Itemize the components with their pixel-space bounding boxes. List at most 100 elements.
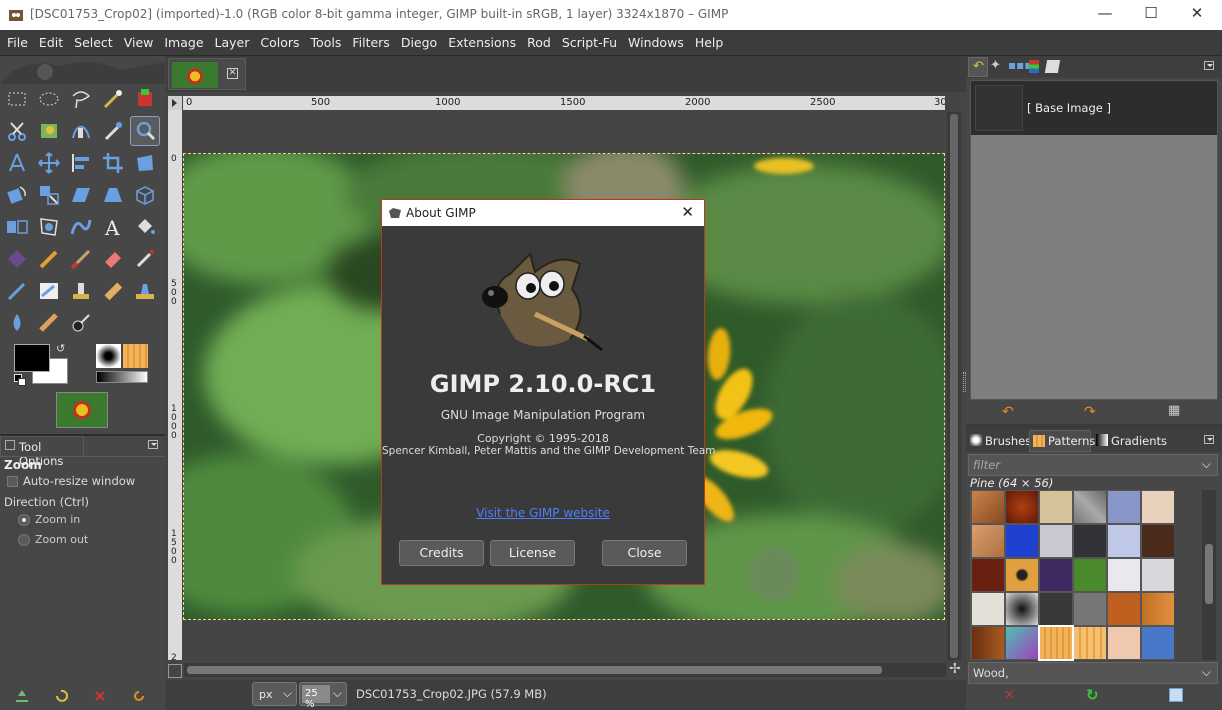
close-image-tab-icon[interactable]: ✕	[227, 68, 238, 79]
move-tool[interactable]	[36, 150, 62, 176]
gradient-tool[interactable]	[4, 246, 30, 272]
ellipse-select-tool[interactable]	[36, 86, 62, 112]
foreground-select-tool[interactable]	[36, 118, 62, 144]
menu-file[interactable]: File	[0, 30, 32, 50]
reset-tool-options-icon[interactable]	[131, 688, 147, 704]
zoom-tool[interactable]	[130, 116, 160, 146]
credits-button[interactable]: Credits	[399, 540, 484, 566]
pattern-indicator[interactable]	[123, 344, 148, 368]
eraser-tool[interactable]	[100, 246, 126, 272]
delete-pattern-icon[interactable]: ✕	[1004, 688, 1015, 703]
pattern-swatch[interactable]	[972, 525, 1004, 557]
image-tab[interactable]: ✕	[168, 58, 246, 90]
pattern-swatch[interactable]	[1040, 525, 1072, 557]
pattern-swatch[interactable]	[1006, 559, 1038, 591]
menu-help[interactable]: Help	[688, 30, 728, 50]
pattern-swatch[interactable]	[972, 559, 1004, 591]
text-tool[interactable]: A	[100, 214, 126, 240]
pattern-swatch[interactable]	[1074, 593, 1106, 625]
pattern-swatch[interactable]	[1040, 559, 1072, 591]
scale-tool[interactable]	[36, 182, 62, 208]
configure-tab-icon[interactable]	[1204, 61, 1214, 70]
auto-resize-checkbox[interactable]	[7, 476, 18, 487]
free-select-tool[interactable]	[68, 86, 94, 112]
about-close-icon[interactable]: ✕	[681, 203, 694, 221]
menu-filters[interactable]: Filters	[345, 30, 393, 50]
undo-icon[interactable]: ↶	[1002, 404, 1014, 420]
minimize-button[interactable]: —	[1082, 4, 1128, 26]
pattern-swatch[interactable]	[1108, 525, 1140, 557]
pattern-swatch[interactable]	[1040, 491, 1072, 523]
pattern-swatch[interactable]	[1006, 593, 1038, 625]
shear-tool[interactable]	[68, 182, 94, 208]
configure-tab-icon[interactable]	[1204, 435, 1214, 444]
zoom-select[interactable]: 25 % ⌵	[299, 682, 347, 710]
clear-history-icon[interactable]: ▦	[1168, 403, 1180, 418]
color-picker-tool[interactable]	[100, 118, 126, 144]
unit-select[interactable]: px ⌵	[252, 682, 297, 706]
smudge-tool[interactable]	[36, 310, 62, 336]
pattern-swatch[interactable]	[1074, 525, 1106, 557]
save-tool-preset-icon[interactable]	[14, 688, 30, 704]
cage-transform-tool[interactable]	[36, 214, 62, 240]
clone-tool[interactable]	[68, 278, 94, 304]
open-pattern-as-image-icon[interactable]	[1169, 688, 1183, 702]
pattern-swatch[interactable]	[1142, 559, 1174, 591]
pattern-swatch[interactable]	[1142, 627, 1174, 659]
pattern-swatch[interactable]	[1142, 593, 1174, 625]
navigate-image-icon[interactable]: ✢	[949, 661, 961, 677]
tab-colormap[interactable]	[1029, 60, 1039, 73]
menu-colors[interactable]: Colors	[253, 30, 303, 50]
pattern-swatch[interactable]	[1006, 491, 1038, 523]
pattern-grid[interactable]	[970, 490, 1174, 661]
dodge-burn-tool[interactable]	[68, 310, 94, 336]
quick-mask-corner[interactable]	[168, 96, 182, 110]
vertical-scrollbar[interactable]	[947, 112, 961, 660]
3d-transform-tool[interactable]	[132, 182, 158, 208]
perspective-tool[interactable]	[100, 182, 126, 208]
pattern-swatch[interactable]	[1142, 491, 1174, 523]
pattern-swatch[interactable]	[972, 627, 1004, 659]
pattern-swatch[interactable]	[1074, 491, 1106, 523]
airbrush-tool[interactable]	[132, 246, 158, 272]
horizontal-scrollbar[interactable]	[184, 663, 946, 677]
warp-transform-tool[interactable]	[68, 214, 94, 240]
menu-rod[interactable]: Rod	[520, 30, 555, 50]
align-tool[interactable]	[68, 150, 94, 176]
menu-script-fu[interactable]: Script-Fu	[555, 30, 621, 50]
license-button[interactable]: License	[490, 540, 575, 566]
tab-tool-options[interactable]: Tool Options	[0, 436, 84, 468]
pattern-swatch[interactable]	[1040, 593, 1072, 625]
blur-sharpen-tool[interactable]	[4, 310, 30, 336]
zoom-image-when-window-size-changes[interactable]	[168, 664, 182, 678]
pencil-tool[interactable]	[36, 246, 62, 272]
pattern-swatch[interactable]	[1108, 559, 1140, 591]
close-window-button[interactable]: ✕	[1174, 4, 1220, 26]
fuzzy-select-tool[interactable]	[100, 86, 126, 112]
measure-tool[interactable]	[4, 150, 30, 176]
menu-windows[interactable]: Windows	[621, 30, 688, 50]
paintbrush-tool[interactable]	[68, 246, 94, 272]
pattern-swatch[interactable]	[1006, 525, 1038, 557]
image-thumbnail[interactable]	[56, 392, 108, 428]
unified-transform-tool[interactable]	[132, 150, 158, 176]
maximize-button[interactable]: ☐	[1128, 4, 1174, 26]
perspective-clone-tool[interactable]	[132, 278, 158, 304]
default-colors-icon[interactable]	[14, 374, 26, 386]
menu-select[interactable]: Select	[67, 30, 117, 50]
zoom-in-radio[interactable]	[18, 514, 30, 526]
bucket-fill-tool[interactable]	[132, 214, 158, 240]
pattern-swatch[interactable]	[1074, 559, 1106, 591]
swap-colors-icon[interactable]: ↺	[56, 342, 65, 355]
pattern-tag-input[interactable]: Wood, ⌵	[968, 662, 1218, 684]
pattern-swatch[interactable]	[1074, 627, 1106, 659]
pattern-swatch[interactable]	[1038, 625, 1074, 661]
visit-gimp-website-link[interactable]: Visit the GIMP website	[382, 506, 704, 520]
close-button[interactable]: Close	[602, 540, 687, 566]
pattern-filter-input[interactable]: filter ⌵	[968, 454, 1218, 476]
heal-tool[interactable]	[100, 278, 126, 304]
foreground-color-swatch[interactable]	[14, 344, 50, 372]
tab-brushes[interactable]: Brushes	[968, 431, 1031, 451]
brush-indicator[interactable]	[96, 344, 121, 368]
menu-view[interactable]: View	[117, 30, 158, 50]
